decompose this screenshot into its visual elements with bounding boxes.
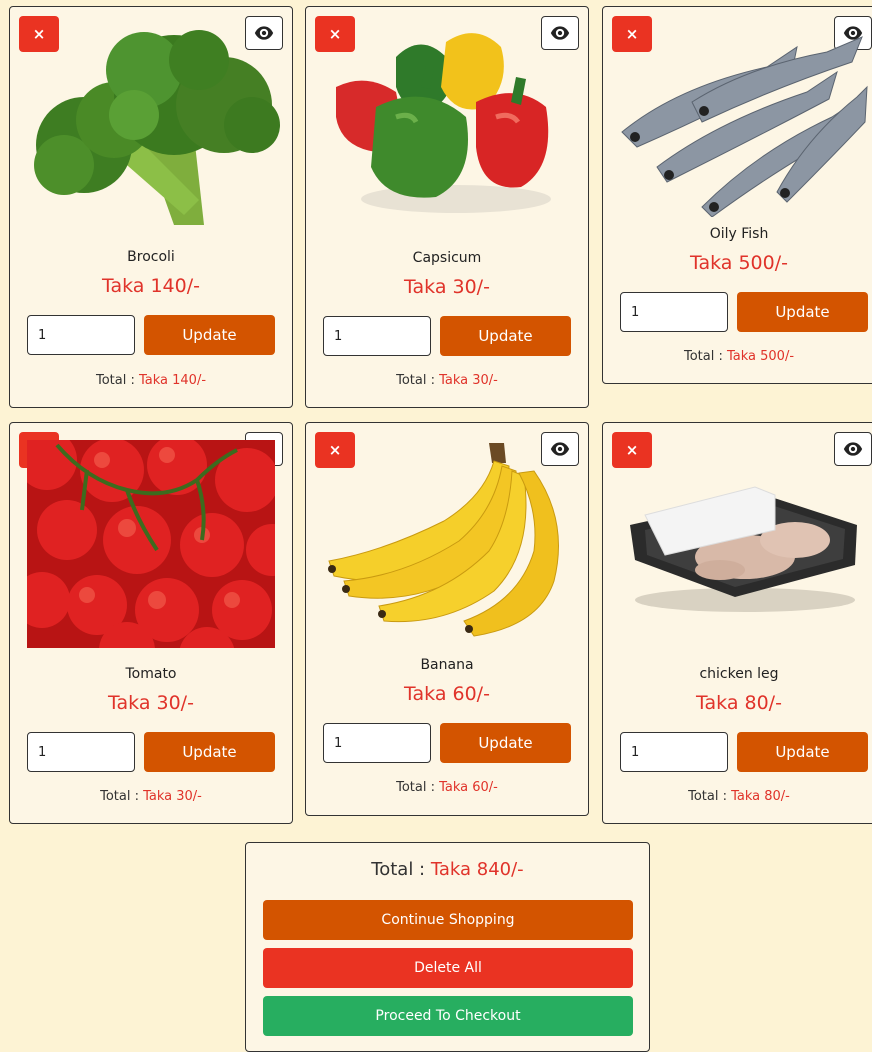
update-button[interactable]: Update (440, 316, 571, 356)
item-total-value: Taka 140/- (138, 373, 207, 388)
product-price: Taka 30/- (404, 276, 490, 298)
update-button[interactable]: Update (737, 732, 868, 772)
capsicum-image (336, 27, 566, 217)
item-total-label: Total : (688, 789, 727, 804)
product-card-chicken-leg: × chicken leg Taka 80/- Update Total : T… (602, 422, 872, 824)
product-price: Taka 80/- (696, 692, 782, 714)
item-total-value: Taka 30/- (439, 373, 498, 388)
product-name: chicken leg (699, 666, 779, 682)
grand-total-label: Total : (371, 859, 426, 880)
view-item-button[interactable] (834, 432, 872, 466)
product-card-capsicum: × Capsicum Taka 30/- Update Total : Taka… (305, 6, 589, 408)
product-name: Oily Fish (709, 226, 769, 242)
update-button[interactable]: Update (440, 723, 571, 763)
item-total-label: Total : (683, 349, 723, 364)
quantity-input[interactable] (27, 315, 135, 355)
item-total-value: Taka 80/- (731, 789, 790, 804)
product-price: Taka 60/- (404, 683, 490, 705)
product-card-tomato: × Tomato Taka 30/- Update Total : Taka 3 (9, 422, 293, 824)
grand-total-value: Taka 840/- (430, 859, 524, 880)
tomato-image (27, 440, 275, 648)
item-total-value: Taka 30/- (143, 789, 202, 804)
cart-grand-total: Total : Taka 840/- (246, 859, 649, 880)
item-total-label: Total : (100, 789, 139, 804)
product-name: Brocoli (127, 249, 175, 265)
product-card-oily-fish: × Oily Fish Taka 500/- Update Total : Ta… (602, 6, 872, 384)
product-name: Tomato (125, 666, 177, 682)
item-total-label: Total : (396, 373, 435, 388)
item-total-value: Taka 500/- (726, 349, 795, 364)
item-total: Total : Taka 30/- (10, 789, 292, 804)
quantity-input[interactable] (27, 732, 135, 772)
item-total: Total : Taka 500/- (603, 349, 872, 364)
item-total-value: Taka 60/- (439, 780, 498, 795)
item-total: Total : Taka 80/- (603, 789, 872, 804)
product-name: Capsicum (412, 250, 482, 266)
proceed-to-checkout-button[interactable]: Proceed To Checkout (263, 996, 633, 1036)
product-price: Taka 140/- (102, 275, 200, 297)
remove-item-button[interactable]: × (612, 432, 652, 468)
fish-image (617, 27, 869, 217)
item-total: Total : Taka 30/- (306, 373, 588, 388)
quantity-input[interactable] (620, 732, 728, 772)
continue-shopping-button[interactable]: Continue Shopping (263, 900, 633, 940)
banana-image (324, 441, 572, 637)
product-card-brocoli: × Brocoli Taka 140/- Update Total : Taka… (9, 6, 293, 408)
item-total-label: Total : (396, 780, 435, 795)
product-name: Banana (420, 657, 474, 673)
delete-all-button[interactable]: Delete All (263, 948, 633, 988)
chicken-leg-image (625, 485, 861, 615)
quantity-input[interactable] (323, 723, 431, 763)
quantity-input[interactable] (323, 316, 431, 356)
product-card-banana: × Banana Taka 60/- Update Total : Taka 6… (305, 422, 589, 816)
item-total: Total : Taka 140/- (10, 373, 292, 388)
update-button[interactable]: Update (737, 292, 868, 332)
broccoli-image (24, 25, 280, 235)
item-total-label: Total : (95, 373, 135, 388)
update-button[interactable]: Update (144, 732, 275, 772)
item-total: Total : Taka 60/- (306, 780, 588, 795)
close-icon: × (625, 441, 639, 459)
product-price: Taka 30/- (108, 692, 194, 714)
eye-icon (843, 439, 863, 459)
update-button[interactable]: Update (144, 315, 275, 355)
product-price: Taka 500/- (690, 252, 788, 274)
cart-summary: Total : Taka 840/- Continue Shopping Del… (245, 842, 650, 1052)
quantity-input[interactable] (620, 292, 728, 332)
